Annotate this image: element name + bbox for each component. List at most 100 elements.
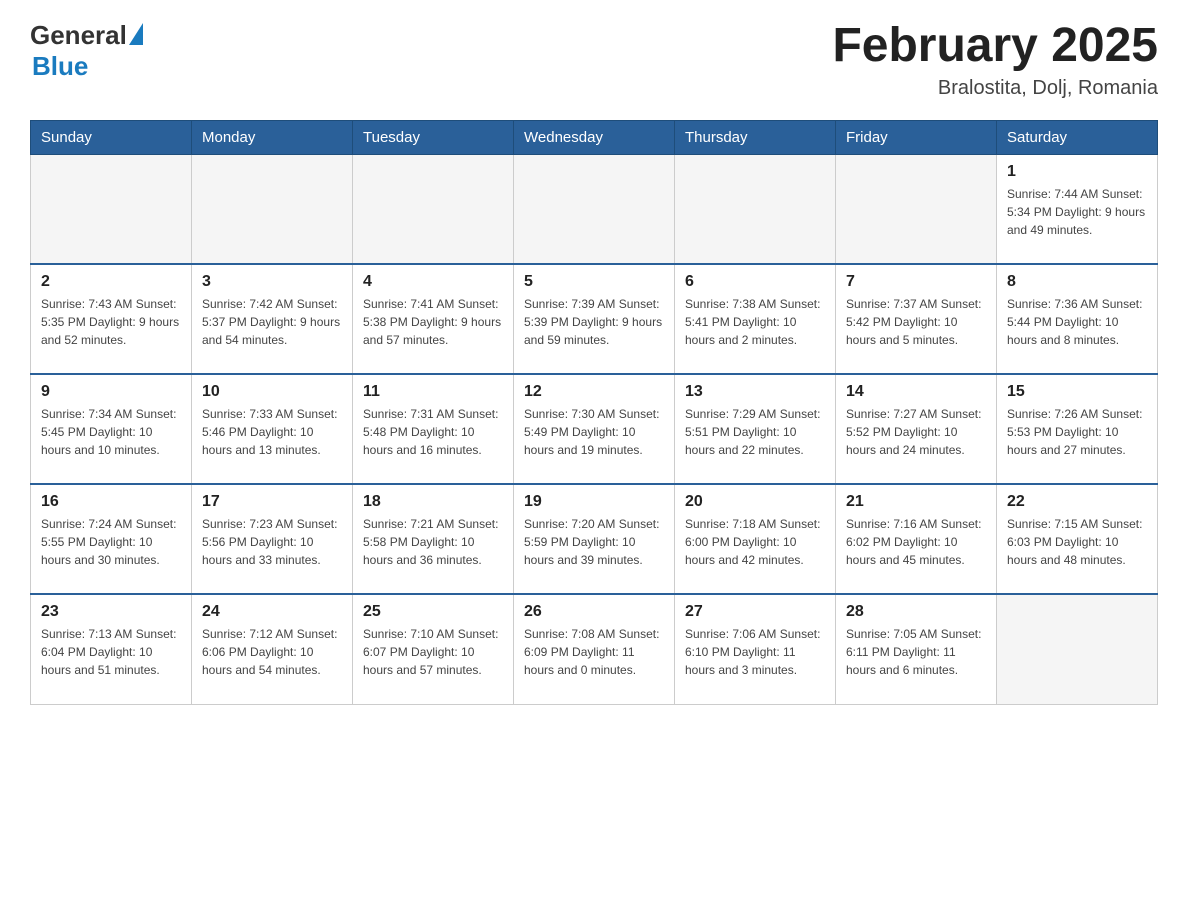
day-number: 10 [202,383,342,401]
calendar-cell: 17 Sunrise: 7:23 AM Sunset: 5:56 PM Dayli… [192,484,353,594]
calendar-header-row: SundayMondayTuesdayWednesdayThursdayFrid… [31,120,1158,154]
calendar-cell: 20Sunrise: 7:18 AM Sunset: 6:00 PM Dayli… [675,484,836,594]
day-info: Sunrise: 7:06 AM Sunset: 6:10 PM Dayligh… [685,625,825,679]
day-number: 12 [524,383,664,401]
day-of-week-header: Sunday [31,120,192,154]
day-info: Sunrise: 7:16 AM Sunset: 6:02 PM Dayligh… [846,515,986,569]
calendar-cell [31,154,192,264]
calendar-table: SundayMondayTuesdayWednesdayThursdayFrid… [30,120,1158,705]
day-info: Sunrise: 7:26 AM Sunset: 5:53 PM Dayligh… [1007,405,1147,459]
day-number: 13 [685,383,825,401]
day-info: Sunrise: 7:30 AM Sunset: 5:49 PM Dayligh… [524,405,664,459]
day-info: Sunrise: 7:44 AM Sunset: 5:34 PM Dayligh… [1007,185,1147,239]
day-info: Sunrise: 7:29 AM Sunset: 5:51 PM Dayligh… [685,405,825,459]
day-info: Sunrise: 7:18 AM Sunset: 6:00 PM Dayligh… [685,515,825,569]
calendar-cell: 1 Sunrise: 7:44 AM Sunset: 5:34 PM Daylig… [997,154,1158,264]
calendar-cell: 23 Sunrise: 7:13 AM Sunset: 6:04 PM Dayli… [31,594,192,704]
calendar-week-row: 16 Sunrise: 7:24 AM Sunset: 5:55 PM Dayli… [31,484,1158,594]
day-number: 6 [685,273,825,291]
calendar-cell: 4 Sunrise: 7:41 AM Sunset: 5:38 PM Daylig… [353,264,514,374]
day-info: Sunrise: 7:15 AM Sunset: 6:03 PM Dayligh… [1007,515,1147,569]
day-info: Sunrise: 7:33 AM Sunset: 5:46 PM Dayligh… [202,405,342,459]
day-number: 24 [202,603,342,621]
day-of-week-header: Friday [836,120,997,154]
calendar-cell [675,154,836,264]
logo-general-text: General [30,20,127,51]
calendar-cell [514,154,675,264]
calendar-cell: 22 Sunrise: 7:15 AM Sunset: 6:03 PM Dayli… [997,484,1158,594]
day-of-week-header: Tuesday [353,120,514,154]
day-info: Sunrise: 7:41 AM Sunset: 5:38 PM Dayligh… [363,295,503,349]
day-number: 7 [846,273,986,291]
day-info: Sunrise: 7:08 AM Sunset: 6:09 PM Dayligh… [524,625,664,679]
day-info: Sunrise: 7:12 AM Sunset: 6:06 PM Dayligh… [202,625,342,679]
calendar-cell: 24 Sunrise: 7:12 AM Sunset: 6:06 PM Dayli… [192,594,353,704]
calendar-subtitle: Bralostita, Dolj, Romania [832,77,1158,100]
calendar-cell: 2 Sunrise: 7:43 AM Sunset: 5:35 PM Daylig… [31,264,192,374]
day-number: 28 [846,603,986,621]
day-number: 8 [1007,273,1147,291]
logo: General Blue [30,20,143,82]
day-info: Sunrise: 7:24 AM Sunset: 5:55 PM Dayligh… [41,515,181,569]
day-of-week-header: Wednesday [514,120,675,154]
calendar-cell: 19 Sunrise: 7:20 AM Sunset: 5:59 PM Dayli… [514,484,675,594]
day-of-week-header: Saturday [997,120,1158,154]
calendar-cell: 25 Sunrise: 7:10 AM Sunset: 6:07 PM Dayli… [353,594,514,704]
calendar-cell [192,154,353,264]
day-info: Sunrise: 7:38 AM Sunset: 5:41 PM Dayligh… [685,295,825,349]
day-of-week-header: Thursday [675,120,836,154]
day-number: 11 [363,383,503,401]
calendar-title: February 2025 [832,20,1158,73]
day-info: Sunrise: 7:39 AM Sunset: 5:39 PM Dayligh… [524,295,664,349]
calendar-cell: 15 Sunrise: 7:26 AM Sunset: 5:53 PM Dayli… [997,374,1158,484]
day-info: Sunrise: 7:27 AM Sunset: 5:52 PM Dayligh… [846,405,986,459]
day-info: Sunrise: 7:20 AM Sunset: 5:59 PM Dayligh… [524,515,664,569]
calendar-cell: 3 Sunrise: 7:42 AM Sunset: 5:37 PM Daylig… [192,264,353,374]
day-number: 22 [1007,493,1147,511]
day-number: 21 [846,493,986,511]
day-number: 27 [685,603,825,621]
day-number: 3 [202,273,342,291]
calendar-week-row: 2 Sunrise: 7:43 AM Sunset: 5:35 PM Daylig… [31,264,1158,374]
day-info: Sunrise: 7:10 AM Sunset: 6:07 PM Dayligh… [363,625,503,679]
day-info: Sunrise: 7:13 AM Sunset: 6:04 PM Dayligh… [41,625,181,679]
calendar-cell: 27 Sunrise: 7:06 AM Sunset: 6:10 PM Dayli… [675,594,836,704]
day-number: 14 [846,383,986,401]
calendar-cell: 11Sunrise: 7:31 AM Sunset: 5:48 PM Dayli… [353,374,514,484]
calendar-cell: 26 Sunrise: 7:08 AM Sunset: 6:09 PM Dayli… [514,594,675,704]
calendar-cell [836,154,997,264]
day-info: Sunrise: 7:34 AM Sunset: 5:45 PM Dayligh… [41,405,181,459]
calendar-week-row: 23 Sunrise: 7:13 AM Sunset: 6:04 PM Dayli… [31,594,1158,704]
day-info: Sunrise: 7:37 AM Sunset: 5:42 PM Dayligh… [846,295,986,349]
calendar-cell: 7 Sunrise: 7:37 AM Sunset: 5:42 PM Daylig… [836,264,997,374]
title-block: February 2025 Bralostita, Dolj, Romania [832,20,1158,100]
day-number: 19 [524,493,664,511]
calendar-week-row: 9Sunrise: 7:34 AM Sunset: 5:45 PM Daylig… [31,374,1158,484]
calendar-cell [997,594,1158,704]
calendar-week-row: 1 Sunrise: 7:44 AM Sunset: 5:34 PM Daylig… [31,154,1158,264]
logo-triangle-icon [129,23,143,45]
calendar-cell: 28 Sunrise: 7:05 AM Sunset: 6:11 PM Dayli… [836,594,997,704]
day-number: 1 [1007,163,1147,181]
day-number: 23 [41,603,181,621]
page-header: General Blue February 2025 Bralostita, D… [30,20,1158,100]
day-number: 2 [41,273,181,291]
calendar-cell: 12 Sunrise: 7:30 AM Sunset: 5:49 PM Dayli… [514,374,675,484]
day-number: 4 [363,273,503,291]
calendar-cell: 8 Sunrise: 7:36 AM Sunset: 5:44 PM Daylig… [997,264,1158,374]
day-number: 25 [363,603,503,621]
day-info: Sunrise: 7:36 AM Sunset: 5:44 PM Dayligh… [1007,295,1147,349]
calendar-cell: 18Sunrise: 7:21 AM Sunset: 5:58 PM Dayli… [353,484,514,594]
day-info: Sunrise: 7:05 AM Sunset: 6:11 PM Dayligh… [846,625,986,679]
day-number: 15 [1007,383,1147,401]
day-info: Sunrise: 7:42 AM Sunset: 5:37 PM Dayligh… [202,295,342,349]
calendar-cell [353,154,514,264]
day-info: Sunrise: 7:23 AM Sunset: 5:56 PM Dayligh… [202,515,342,569]
day-number: 26 [524,603,664,621]
calendar-cell: 21 Sunrise: 7:16 AM Sunset: 6:02 PM Dayli… [836,484,997,594]
day-number: 17 [202,493,342,511]
day-number: 16 [41,493,181,511]
calendar-cell: 6 Sunrise: 7:38 AM Sunset: 5:41 PM Daylig… [675,264,836,374]
calendar-cell: 9Sunrise: 7:34 AM Sunset: 5:45 PM Daylig… [31,374,192,484]
day-info: Sunrise: 7:43 AM Sunset: 5:35 PM Dayligh… [41,295,181,349]
